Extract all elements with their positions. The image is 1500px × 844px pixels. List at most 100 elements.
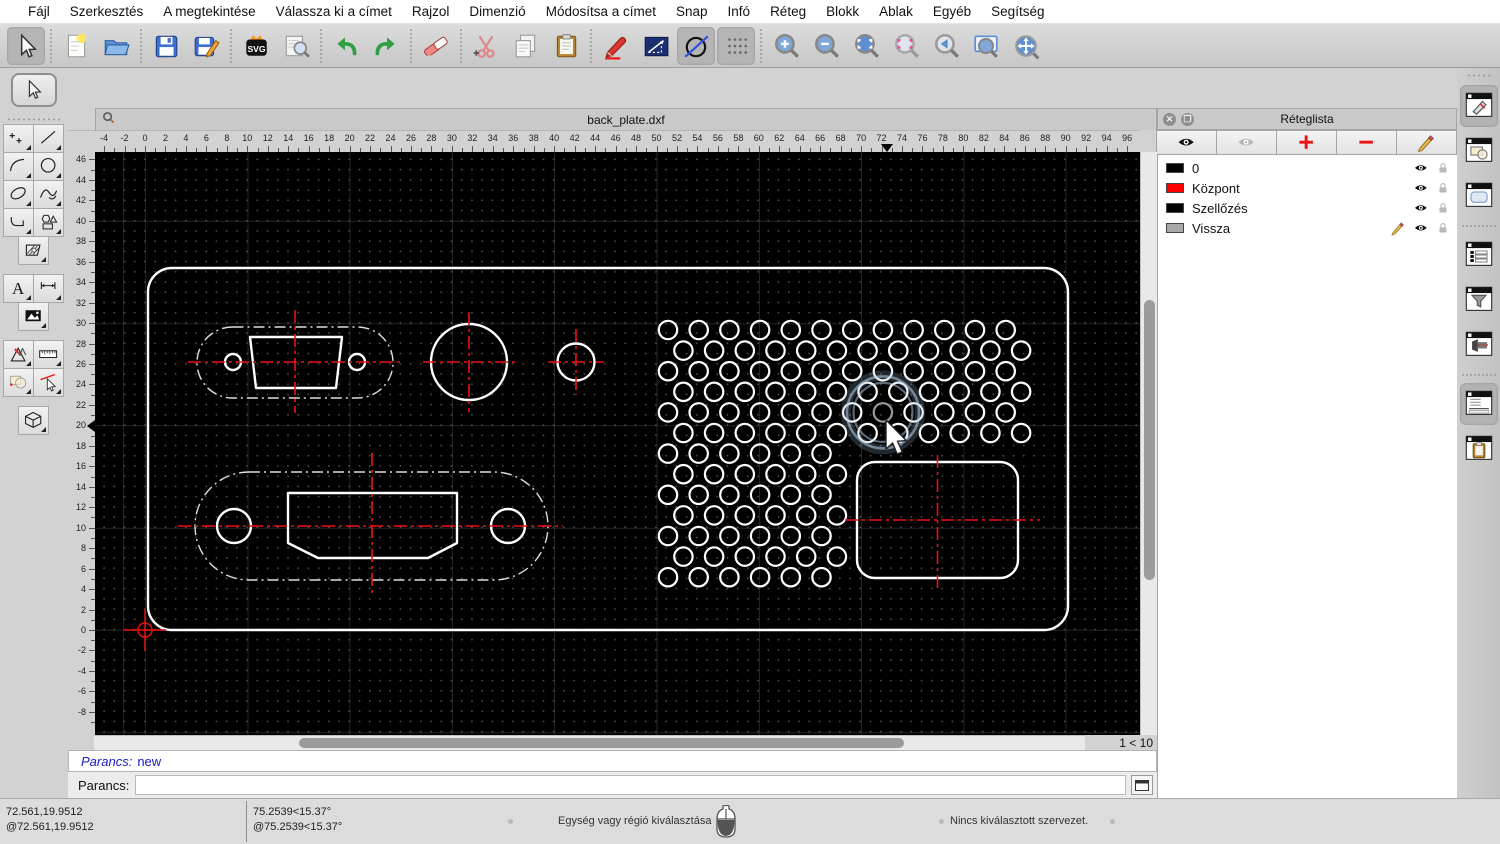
vent-hole	[811, 443, 832, 464]
image-tool[interactable]	[18, 302, 49, 331]
dock-filter-window[interactable]	[1460, 279, 1498, 321]
svg-export-button[interactable]: SVG	[237, 27, 275, 65]
vent-hole-snapped	[872, 402, 894, 423]
select-entity-tool[interactable]	[33, 368, 64, 397]
cad-tools[interactable]	[3, 340, 34, 369]
menu-14[interactable]: Segítség	[981, 4, 1054, 19]
close-icon[interactable]: ✕	[1163, 112, 1176, 126]
add-layer-button[interactable]	[1276, 130, 1337, 155]
eye-icon	[1414, 184, 1427, 190]
open-file-button[interactable]	[97, 27, 135, 65]
points-tool[interactable]	[3, 124, 34, 153]
dock-view-window[interactable]	[1460, 324, 1498, 366]
menu-5[interactable]: Rajzol	[402, 4, 460, 19]
vent-hole	[780, 525, 802, 547]
menu-9[interactable]: Infó	[718, 4, 761, 19]
vertical-scrollbar[interactable]	[1140, 152, 1157, 735]
dock-pen-window[interactable]	[1459, 85, 1498, 127]
horizontal-scrollbar[interactable]	[94, 735, 1085, 750]
ellipse-tool[interactable]	[3, 180, 34, 209]
palette-drag-handle[interactable]	[6, 115, 62, 123]
vent-hole	[795, 546, 817, 567]
command-detach-button[interactable]	[1131, 775, 1153, 795]
horizontal-scrollbar-thumb[interactable]	[299, 738, 905, 748]
drawing-canvas[interactable]	[95, 152, 1140, 735]
vent-hole	[688, 566, 709, 588]
document-tab-bar[interactable]: back_plate.dxf	[95, 108, 1157, 130]
cut-button[interactable]	[467, 27, 505, 65]
menu-4[interactable]: Válassza ki a címet	[266, 4, 402, 19]
zoom-out-button[interactable]	[807, 27, 845, 65]
spline-tool[interactable]	[33, 180, 64, 209]
pan-button[interactable]	[1007, 27, 1045, 65]
menu-11[interactable]: Blokk	[816, 4, 869, 19]
menu-1[interactable]: Fájl	[18, 4, 60, 19]
svg-export-icon: SVG	[246, 34, 267, 56]
dock-drag-handle[interactable]	[1465, 72, 1492, 79]
zoom-auto-icon	[855, 33, 879, 58]
dock-block-window[interactable]	[1460, 130, 1498, 172]
selection-tool-button[interactable]	[11, 73, 57, 107]
dimension-tool[interactable]	[33, 274, 64, 303]
grid-toggle-button[interactable]	[717, 26, 755, 65]
draw-pen-button[interactable]	[597, 27, 635, 65]
zoom-window-button[interactable]	[967, 27, 1005, 65]
dock-library-window[interactable]	[1460, 175, 1498, 217]
menu-10[interactable]: Réteg	[760, 4, 816, 19]
measure-circle-button[interactable]	[677, 26, 715, 65]
arc-tool[interactable]	[3, 152, 34, 181]
line-tool[interactable]	[33, 124, 64, 153]
text-tool[interactable]: A	[3, 274, 34, 303]
save-button[interactable]	[147, 27, 185, 65]
vent-hole	[811, 566, 832, 588]
copy-button[interactable]	[507, 27, 545, 65]
select-arrow-button[interactable]	[7, 26, 45, 65]
layer-row-Szellőzés[interactable]: Szellőzés	[1158, 198, 1457, 218]
menu-2[interactable]: Szerkesztés	[60, 4, 154, 19]
undo-button[interactable]	[327, 27, 365, 65]
measure-tool[interactable]	[33, 340, 64, 369]
edit-layer-button[interactable]	[1396, 130, 1457, 155]
vent-hole	[673, 546, 694, 567]
menu-12[interactable]: Ablak	[869, 4, 923, 19]
undock-icon[interactable]: ❐	[1181, 112, 1194, 126]
zoom-in-button[interactable]	[767, 27, 805, 65]
hatch-tool[interactable]	[18, 236, 49, 265]
vent-hole	[719, 319, 740, 341]
dock-clipboard-window[interactable]	[1460, 428, 1498, 470]
dock-command-window[interactable]	[1459, 383, 1498, 425]
polyline-tool[interactable]	[3, 208, 34, 237]
vertical-scrollbar-thumb[interactable]	[1144, 300, 1155, 580]
menu-3[interactable]: A megtekintése	[153, 4, 265, 19]
redo-button[interactable]	[367, 27, 405, 65]
layer-row-0[interactable]: 0	[1158, 158, 1457, 178]
print-preview-button[interactable]	[277, 27, 315, 65]
show-all-layers-button[interactable]	[1156, 130, 1217, 155]
boolean-tool[interactable]	[3, 368, 34, 397]
zoom-selected-button[interactable]	[887, 27, 925, 65]
hide-all-layers-button[interactable]	[1216, 130, 1277, 155]
paste-button[interactable]	[547, 27, 585, 65]
layer-row-Vissza[interactable]: Vissza	[1158, 218, 1457, 238]
menu-8[interactable]: Snap	[666, 4, 718, 19]
document-icon	[102, 111, 115, 129]
vent-hole	[826, 505, 848, 526]
save-as-button[interactable]	[187, 27, 225, 65]
circle-tool[interactable]	[33, 152, 64, 181]
measure-distance-button[interactable]	[637, 27, 675, 65]
remove-layer-button[interactable]	[1336, 130, 1397, 155]
delete-button[interactable]	[417, 27, 455, 65]
solid-tool[interactable]	[18, 406, 49, 435]
layer-row-Központ[interactable]: Központ	[1158, 178, 1457, 198]
cursor-y-marker	[87, 419, 95, 432]
zoom-auto-button[interactable]	[847, 27, 885, 65]
menu-6[interactable]: Dimenzió	[459, 4, 535, 19]
menu-7[interactable]: Módosítsa a címet	[536, 4, 666, 19]
new-file-button[interactable]	[57, 27, 95, 65]
vent-hole	[980, 381, 1001, 403]
command-input[interactable]	[135, 775, 1126, 795]
dock-layerlist-window[interactable]	[1460, 234, 1498, 276]
menu-13[interactable]: Egyéb	[923, 4, 981, 19]
shapes-tool[interactable]	[33, 208, 64, 237]
zoom-previous-button[interactable]	[927, 27, 965, 65]
